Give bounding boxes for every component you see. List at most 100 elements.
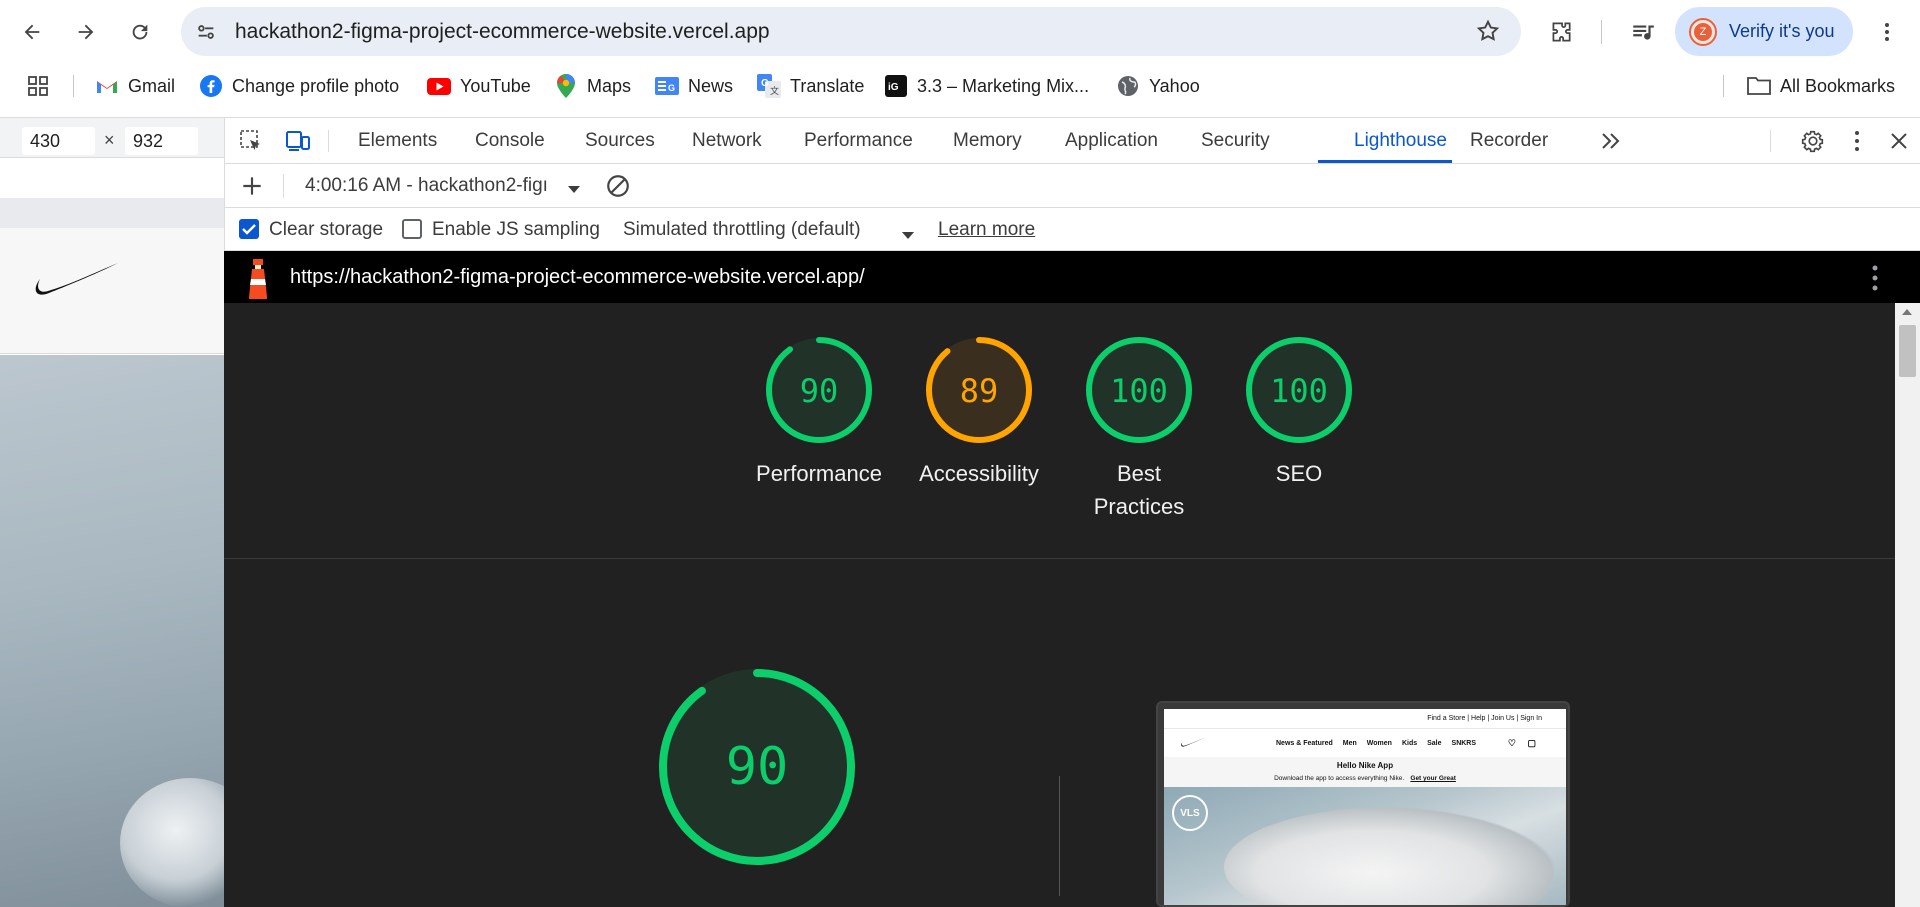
- bookmark-news[interactable]: G News: [655, 73, 733, 99]
- enable-js-sampling-label: Enable JS sampling: [432, 219, 600, 240]
- bookmark-label: Change profile photo: [232, 75, 400, 96]
- clear-storage-label: Clear storage: [269, 219, 384, 240]
- all-bookmarks-button[interactable]: All Bookmarks: [1747, 73, 1895, 99]
- verify-profile-button[interactable]: Z Verify it's you: [1675, 7, 1853, 56]
- bookmark-separator: [73, 75, 74, 97]
- scroll-up-arrow-icon[interactable]: [1902, 309, 1912, 315]
- device-width-input[interactable]: 430: [22, 127, 95, 155]
- thumbnail-promo-link: Get your Great: [1410, 775, 1456, 782]
- gauge-label-line: Practices: [1093, 494, 1185, 519]
- inspect-element-icon[interactable]: [239, 129, 263, 158]
- browser-menu-button[interactable]: [1869, 14, 1905, 50]
- arrow-left-icon: [24, 24, 40, 40]
- reload-button[interactable]: [122, 14, 158, 50]
- gauge-value: 100: [1270, 372, 1328, 410]
- enable-js-sampling-checkbox[interactable]: [402, 219, 422, 239]
- more-tabs-icon[interactable]: [1599, 129, 1623, 158]
- bookmark-youtube[interactable]: YouTube: [427, 73, 531, 99]
- tab-elements[interactable]: Elements: [358, 118, 437, 163]
- bookmark-translate[interactable]: G文 Translate: [757, 73, 864, 99]
- bookmarks-bar: Gmail Change profile photo YouTube Maps …: [0, 63, 1920, 108]
- thumbnail-shoe-image: [1224, 807, 1554, 905]
- youtube-icon: [427, 74, 451, 98]
- bag-icon: ▢: [1527, 737, 1536, 748]
- report-menu-icon[interactable]: [1870, 263, 1880, 298]
- tab-console[interactable]: Console: [475, 118, 545, 163]
- tab-security[interactable]: Security: [1201, 118, 1270, 163]
- gauge-seo[interactable]: 100 SEO: [1224, 335, 1374, 490]
- puzzle-icon: [1552, 22, 1571, 42]
- bookmark-marketing-mix[interactable]: iG 3.3 – Marketing Mix...: [884, 73, 1089, 99]
- apps-button[interactable]: [26, 73, 50, 99]
- bookmark-maps[interactable]: Maps: [554, 73, 631, 99]
- thumbnail-nav-item: Men: [1342, 739, 1357, 747]
- dimension-separator: ×: [104, 130, 115, 150]
- performance-big-gauge: 90: [654, 664, 860, 875]
- tab-sources[interactable]: Sources: [585, 118, 655, 163]
- report-url-bar: https://hackathon2-figma-project-ecommer…: [224, 251, 1920, 303]
- report-scrollbar[interactable]: [1895, 303, 1920, 907]
- add-report-icon[interactable]: [239, 173, 265, 204]
- avatar: Z: [1689, 17, 1717, 46]
- bookmark-label: Gmail: [128, 75, 176, 96]
- settings-gear-icon[interactable]: [1800, 128, 1826, 159]
- bookmark-change-profile-photo[interactable]: Change profile photo: [199, 73, 399, 99]
- big-gauge-ring: 90: [659, 669, 855, 865]
- bookmark-star-icon[interactable]: [1475, 18, 1501, 49]
- tab-application[interactable]: Application: [1065, 118, 1158, 163]
- thumbnail-badge: VLS: [1172, 795, 1208, 831]
- gauge-best-practices[interactable]: 100 Best Practices: [1064, 335, 1214, 523]
- toolbar-separator: [1601, 20, 1602, 44]
- throttling-select[interactable]: Simulated throttling (default): [623, 208, 861, 251]
- emulated-viewport: [0, 158, 224, 907]
- thumbnail-promo-title: Hello Nike App: [1336, 761, 1394, 770]
- device-height-input[interactable]: 932: [125, 127, 198, 155]
- tab-memory[interactable]: Memory: [953, 118, 1022, 163]
- dropdown-arrow-icon[interactable]: [901, 225, 915, 247]
- svg-text:文: 文: [770, 85, 779, 96]
- nike-swoosh-icon: [35, 263, 118, 295]
- address-url[interactable]: hackathon2-figma-project-ecommerce-websi…: [235, 7, 770, 56]
- scrollbar-thumb[interactable]: [1899, 325, 1916, 377]
- lighthouse-toolbar: 4:00:16 AM - hackathon2-figı: [224, 164, 1920, 208]
- tab-recorder[interactable]: Recorder: [1470, 118, 1548, 163]
- active-tab-indicator: [1318, 160, 1452, 163]
- lighthouse-icon: [244, 257, 272, 304]
- bookmark-label: Maps: [587, 75, 632, 96]
- clear-reports-icon[interactable]: [605, 173, 631, 204]
- gauge-performance[interactable]: 90 Performance: [744, 335, 894, 490]
- page-screenshot-thumbnail[interactable]: Find a Store | Help | Join Us | Sign In …: [1156, 701, 1570, 907]
- close-devtools-icon[interactable]: [1887, 129, 1911, 158]
- devtools-menu-icon[interactable]: [1845, 128, 1869, 159]
- learn-more-link[interactable]: Learn more: [938, 208, 1035, 251]
- gauge-value: 90: [800, 372, 839, 410]
- dropdown-arrow-icon[interactable]: [567, 182, 581, 200]
- nike-swoosh-icon: [1181, 737, 1205, 747]
- report-select[interactable]: 4:00:16 AM - hackathon2-figı: [305, 164, 558, 208]
- extensions-button[interactable]: [1543, 14, 1579, 50]
- tab-network[interactable]: Network: [692, 118, 762, 163]
- back-button[interactable]: [14, 14, 50, 50]
- tab-lighthouse[interactable]: Lighthouse: [1354, 118, 1447, 163]
- maps-icon: [554, 74, 578, 98]
- device-toggle-icon[interactable]: [285, 129, 311, 158]
- gauge-ring: 89: [926, 337, 1032, 443]
- forward-button[interactable]: [68, 14, 104, 50]
- tab-performance[interactable]: Performance: [804, 118, 913, 163]
- address-bar[interactable]: hackathon2-figma-project-ecommerce-websi…: [181, 7, 1521, 56]
- gauge-label: SEO: [1275, 461, 1323, 486]
- bookmark-gmail[interactable]: Gmail: [95, 73, 175, 99]
- thumbnail-nav-item: News & Featured: [1276, 739, 1333, 747]
- all-bookmarks-label: All Bookmarks: [1780, 75, 1896, 96]
- thumbnail-nav-item: Women: [1366, 739, 1392, 747]
- media-controls-button[interactable]: [1625, 14, 1661, 50]
- thumbnail-nav: News & Featured Men Women Kids Sale SNKR…: [1164, 729, 1566, 757]
- svg-text:G: G: [761, 78, 769, 89]
- kebab-menu-icon: [1885, 23, 1889, 41]
- gauge-accessibility[interactable]: 89 Accessibility: [904, 335, 1054, 490]
- folder-icon: [1747, 74, 1771, 98]
- thumbnail-promo-text: Download the app to access everything Ni…: [1274, 775, 1405, 782]
- site-info-icon[interactable]: [193, 19, 219, 45]
- clear-storage-checkbox[interactable]: [239, 219, 259, 239]
- bookmark-yahoo[interactable]: Yahoo: [1116, 73, 1200, 99]
